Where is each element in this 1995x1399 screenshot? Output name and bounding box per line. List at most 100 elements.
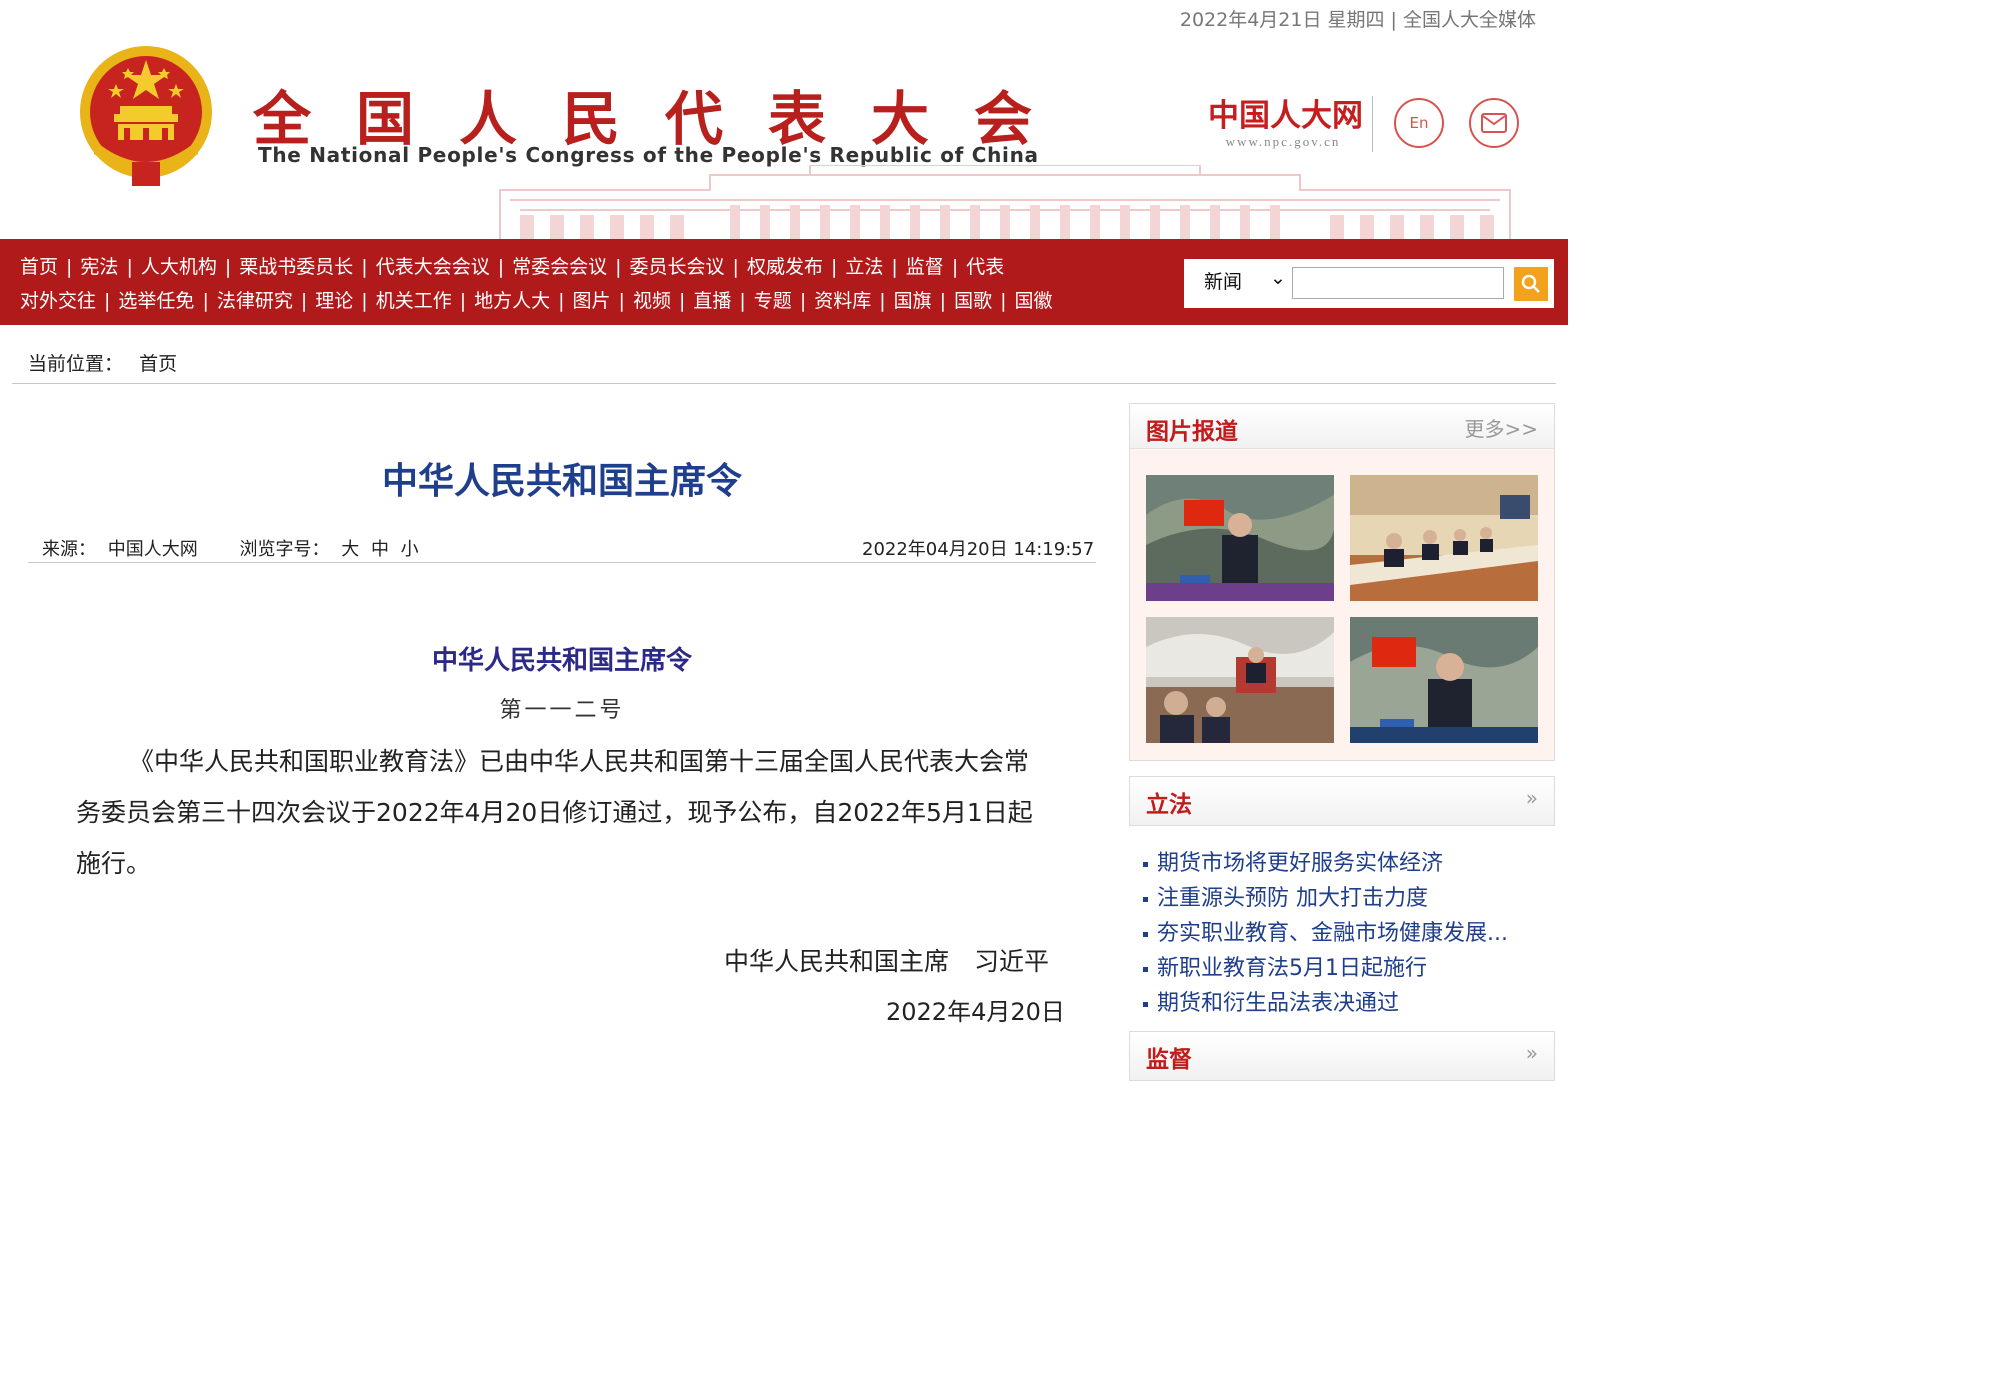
nav-link[interactable]: 国旗	[894, 290, 932, 312]
nav-link[interactable]: 地方人大	[474, 290, 550, 312]
nav-separator: |	[459, 290, 467, 312]
photo-report-title: 图片报道	[1146, 419, 1238, 445]
legislation-news-text: 期货市场将更好服务实体经济	[1157, 851, 1444, 876]
nav-separator: |	[678, 290, 686, 312]
great-hall-illustration	[499, 165, 1511, 240]
legislation-news-item[interactable]: 夯实职业教育、金融市场健康发展...	[1143, 916, 1508, 951]
breadcrumb: 当前位置： 首页	[28, 349, 177, 376]
nav-row-2: 对外交往 | 选举任免 | 法律研究 | 理论 | 机关工作 | 地方人大 | 图片 | 视频 | 直播 | 专题 |…	[20, 286, 1053, 313]
nav-separator: |	[615, 256, 622, 278]
source-label: 来源：	[42, 539, 96, 560]
supervision-header: 监督 »	[1130, 1032, 1554, 1080]
nav-link[interactable]: 国歌	[954, 290, 992, 312]
bullet-icon	[1143, 896, 1148, 902]
legislation-header: 立法 »	[1130, 777, 1554, 825]
photo-report-more-link[interactable]: 更多>>	[1464, 413, 1538, 442]
nav-separator: |	[104, 290, 111, 312]
nav-link[interactable]: 直播	[693, 290, 731, 312]
nav-separator: |	[951, 256, 959, 278]
legislation-news-item[interactable]: 期货和衍生品法表决通过	[1143, 986, 1508, 1021]
nav-link[interactable]: 常委会会议	[512, 256, 607, 278]
site-logo-url: www.npc.gov.cn	[1225, 134, 1341, 149]
article-meta: 来源： 中国人大网 浏览字号： 大 中 小	[42, 535, 425, 561]
nav-link[interactable]: 图片	[573, 290, 611, 312]
date-media-line: 2022年4月21日 星期四 | 全国人大全媒体	[1179, 9, 1536, 31]
supervision-box: 监督 »	[1129, 1031, 1555, 1081]
nav-link[interactable]: 立法	[845, 256, 883, 278]
nav-link[interactable]: 代表大会会议	[376, 256, 490, 278]
breadcrumb-label: 当前位置：	[28, 353, 124, 375]
bullet-icon	[1143, 861, 1148, 867]
article-title: 中华人民共和国主席令	[381, 460, 742, 502]
nav-separator: |	[497, 256, 505, 278]
nav-link[interactable]: 视频	[633, 290, 671, 312]
nav-link[interactable]: 代表	[966, 256, 1004, 278]
legislation-box: 立法 »	[1129, 776, 1555, 826]
header-divider	[1372, 96, 1373, 152]
nav-link[interactable]: 机关工作	[376, 290, 452, 312]
article-body: 《中华人民共和国职业教育法》已由中华人民共和国第十三届全国人民代表大会常务委员会…	[76, 747, 1033, 878]
order-number: 第一一二号	[499, 698, 625, 723]
nav-separator: |	[618, 290, 625, 312]
mail-button[interactable]	[1469, 98, 1519, 148]
nav-link[interactable]: 国徽	[1014, 290, 1052, 312]
nav-link[interactable]: 资料库	[814, 290, 871, 312]
font-size-small-button[interactable]: 小	[401, 539, 419, 560]
site-logo-name: 中国人大网	[1208, 98, 1363, 134]
font-size-large-button[interactable]: 大	[341, 539, 359, 560]
signature: 中华人民共和国主席 习近平	[724, 947, 1050, 976]
signature-date: 2022年4月20日	[886, 998, 1065, 1026]
legislation-news-item[interactable]: 期货市场将更好服务实体经济	[1143, 846, 1508, 881]
nav-link[interactable]: 理论	[315, 290, 353, 312]
search-input[interactable]	[1292, 267, 1504, 299]
nav-separator: |	[202, 290, 209, 312]
legislation-news-item[interactable]: 新职业教育法5月1日起施行	[1143, 951, 1508, 986]
nav-link[interactable]: 法律研究	[217, 290, 293, 312]
nav-separator: |	[1000, 290, 1007, 312]
nav-separator: |	[300, 290, 308, 312]
search-button[interactable]	[1514, 267, 1548, 301]
supervision-more-link[interactable]: »	[1526, 1041, 1538, 1065]
nav-separator: |	[558, 290, 565, 312]
nav-link[interactable]: 首页	[20, 256, 58, 278]
legislation-news-item[interactable]: 注重源头预防 加大打击力度	[1143, 881, 1508, 916]
nav-separator: |	[830, 256, 838, 278]
legislation-more-link[interactable]: »	[1526, 786, 1538, 810]
nav-link[interactable]: 宪法	[80, 256, 118, 278]
article-meta-divider	[28, 562, 1096, 563]
legislation-title: 立法	[1146, 792, 1192, 818]
font-size-medium-button[interactable]: 中	[371, 539, 389, 560]
legislation-news-text: 注重源头预防 加大打击力度	[1157, 886, 1428, 911]
nav-link[interactable]: 对外交往	[20, 290, 96, 312]
nav-link[interactable]: 栗战书委员长	[239, 256, 353, 278]
breadcrumb-home-link[interactable]: 首页	[139, 353, 177, 375]
bullet-icon	[1143, 1001, 1148, 1007]
nav-separator: |	[66, 256, 73, 278]
nav-link[interactable]: 监督	[906, 256, 944, 278]
nav-separator: |	[939, 290, 947, 312]
nav-link[interactable]: 人大机构	[141, 256, 217, 278]
font-size-label: 浏览字号：	[239, 539, 330, 560]
photo-thumbnail[interactable]	[1350, 617, 1538, 743]
nav-separator: |	[879, 290, 886, 312]
nav-link[interactable]: 委员长会议	[630, 256, 725, 278]
photo-thumbnail[interactable]	[1146, 475, 1334, 601]
legislation-news-text: 新职业教育法5月1日起施行	[1157, 956, 1427, 981]
nav-separator: |	[799, 290, 807, 312]
nav-separator: |	[361, 290, 368, 312]
bullet-icon	[1143, 966, 1148, 972]
page: 2022年4月21日 星期四 | 全国人大全媒体 全国人民代表大会 The Na…	[0, 0, 1568, 1092]
chevron-down-icon: ⌄	[1270, 267, 1286, 289]
nav-link[interactable]: 权威发布	[747, 256, 823, 278]
photo-thumbnail[interactable]	[1350, 475, 1538, 601]
legislation-news-list: 期货市场将更好服务实体经济 注重源头预防 加大打击力度夯实职业教育、金融市场健康发…	[1143, 846, 1508, 1021]
english-version-button[interactable]: En	[1394, 98, 1444, 148]
photo-report-header: 图片报道 更多>>	[1130, 404, 1554, 449]
bullet-icon	[1143, 931, 1148, 937]
nav-link[interactable]: 专题	[754, 290, 792, 312]
photo-thumbnail[interactable]	[1146, 617, 1334, 743]
national-emblem-logo	[80, 46, 212, 186]
nav-link[interactable]: 选举任免	[118, 290, 194, 312]
npc-site-logo[interactable]: 中国人大网 www.npc.gov.cn	[1208, 98, 1363, 150]
search-category-select[interactable]: 新闻 ⌄	[1204, 267, 1286, 294]
